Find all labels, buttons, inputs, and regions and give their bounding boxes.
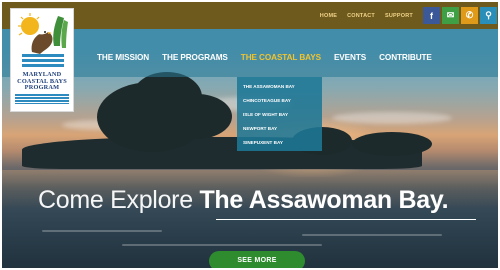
headline-intro: Come Explore [38, 186, 200, 214]
support-link[interactable]: SUPPORT [385, 13, 413, 19]
top-utility-bar: HOME CONTACT SUPPORT f ✉ ✆ ⚲ [2, 2, 498, 29]
dropdown-item-assawoman-bay[interactable]: THE ASSAWOMAN BAY [243, 82, 322, 96]
home-link[interactable]: HOME [320, 13, 337, 19]
logo-line-3: PROGRAM [24, 84, 60, 91]
dropdown-item-newport-bay[interactable]: NEWPORT BAY [243, 124, 322, 138]
coastal-bays-dropdown: THE ASSAWOMAN BAY CHINCOTEAGUE BAY ISLE … [237, 77, 322, 151]
dropdown-item-isle-of-wight-bay[interactable]: ISLE OF WIGHT BAY [243, 110, 322, 124]
site-logo[interactable]: MARYLAND COASTAL BAYS PROGRAM [10, 8, 74, 112]
utility-links: HOME CONTACT SUPPORT [320, 13, 413, 19]
logo-wave-stripes [15, 93, 69, 104]
osprey-logo-icon [18, 13, 68, 67]
map-pin-icon[interactable]: ⚲ [480, 7, 497, 24]
dropdown-item-sinepuxent-bay[interactable]: SINEPUXENT BAY [243, 138, 322, 152]
main-nav: THE MISSION THE PROGRAMS THE COASTAL BAY… [2, 29, 498, 77]
nav-item-events[interactable]: EVENTS [334, 53, 366, 62]
nav-item-mission[interactable]: THE MISSION [97, 53, 149, 62]
headline-underline [216, 219, 476, 220]
mail-icon[interactable]: ✉ [442, 7, 459, 24]
nav-item-contribute[interactable]: CONTRIBUTE [379, 53, 432, 62]
page: HOME CONTACT SUPPORT f ✉ ✆ ⚲ THE MISSION… [2, 2, 498, 268]
hero-headline: Come Explore The Assawoman Bay. [38, 186, 478, 220]
facebook-icon[interactable]: f [423, 7, 440, 24]
nav-item-programs[interactable]: THE PROGRAMS [162, 53, 228, 62]
social-icons: f ✉ ✆ ⚲ [423, 7, 497, 24]
phone-icon[interactable]: ✆ [461, 7, 478, 24]
headline-period: . [441, 186, 449, 214]
headline-bay-name[interactable]: The Assawoman Bay [199, 186, 442, 214]
nav-item-coastal-bays[interactable]: THE COASTAL BAYS [241, 53, 321, 62]
logo-wordmark: MARYLAND COASTAL BAYS PROGRAM [17, 71, 67, 92]
dropdown-item-chincoteague-bay[interactable]: CHINCOTEAGUE BAY [243, 96, 322, 110]
see-more-button[interactable]: SEE MORE [209, 251, 305, 268]
contact-link[interactable]: CONTACT [347, 13, 375, 19]
